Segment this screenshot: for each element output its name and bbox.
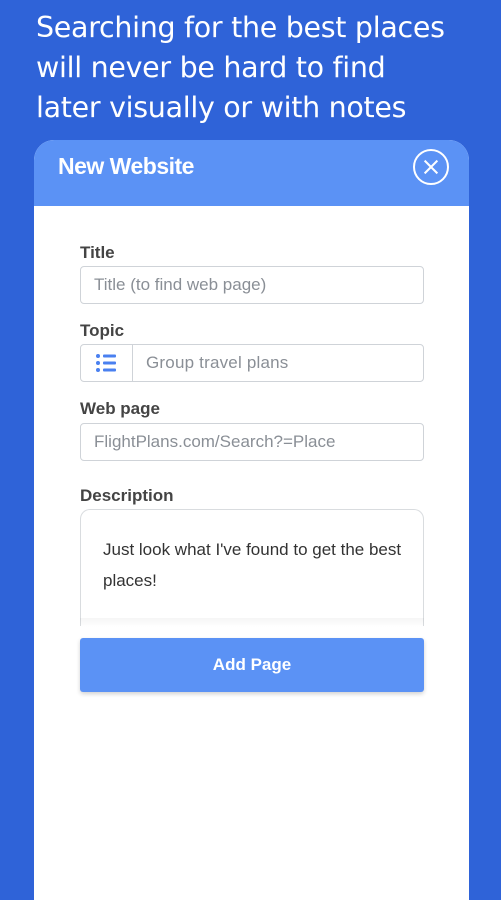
description-label: Description — [80, 486, 174, 505]
headline-line-1: Searching for the best places — [36, 11, 445, 44]
topic-select[interactable]: Group travel plans — [80, 344, 424, 382]
description-textarea[interactable]: Just look what I've found to get the bes… — [80, 509, 424, 626]
dialog-header: New Website — [34, 140, 469, 206]
title-label: Title — [80, 243, 115, 262]
headline-line-3: later visually or with notes — [36, 91, 407, 124]
web-page-label: Web page — [80, 399, 160, 418]
dialog-title: New Website — [58, 153, 194, 179]
title-input[interactable] — [81, 267, 423, 303]
topic-label: Topic — [80, 321, 125, 340]
add-page-button[interactable]: Add Page — [80, 638, 424, 692]
headline-line-2: will never be hard to find — [36, 51, 386, 84]
close-icon[interactable] — [413, 149, 449, 185]
topic-value: Group travel plans — [146, 353, 289, 372]
web-page-field-box — [80, 423, 424, 461]
new-website-dialog: New Website Title Topic Group travel pla… — [34, 140, 469, 900]
textarea-divider — [80, 618, 424, 627]
title-field-box — [80, 266, 424, 304]
description-text: Just look what I've found to get the bes… — [103, 540, 402, 590]
headline: Searching for the best places will never… — [36, 8, 486, 128]
list-icon[interactable] — [81, 345, 133, 381]
web-page-input[interactable] — [81, 424, 423, 460]
